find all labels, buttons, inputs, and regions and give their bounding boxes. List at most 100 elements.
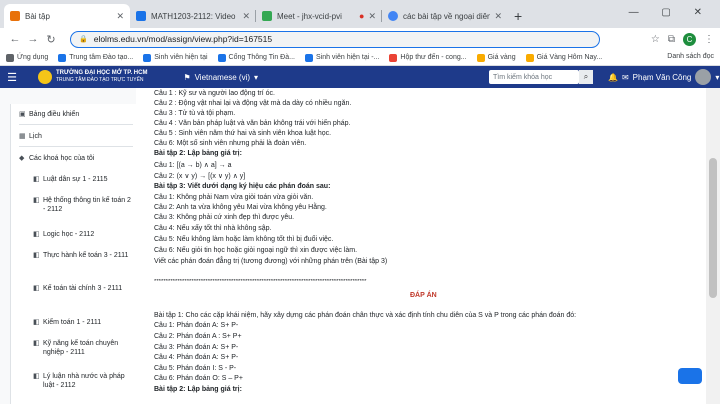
sidebar-course-item[interactable]: ◧ Logic học - 2112 [33, 230, 133, 239]
user-name: Phạm Văn Công [632, 72, 692, 82]
message-icon[interactable]: ✉ [622, 73, 629, 82]
separator-stars: ****************************************… [154, 279, 367, 285]
content-line: Câu 5: Nếu không làm hoặc làm không tốt … [154, 236, 334, 243]
answer-line: Câu 2: Phán đoán A : S+ P+ [154, 333, 242, 340]
assignment-content: Câu 1 : Kỹ sư và người lao động trí óc. … [136, 88, 706, 404]
close-tab-icon[interactable]: ✕ [368, 11, 376, 22]
exercise-heading: Bài tập 2: Lập bảng giá trị: [154, 150, 242, 157]
course-icon: ◧ [33, 252, 40, 259]
url-input[interactable]: 🔒 elolms.edu.vn/mod/assign/view.php?id=1… [70, 30, 600, 48]
calendar-icon: ▦ [19, 133, 26, 140]
answer-line: Câu 6: Phán đoán O: S – P+ [154, 375, 243, 382]
bookmark-favicon-icon [304, 53, 313, 62]
dashboard-icon: ▣ [19, 111, 26, 118]
logo-icon [38, 70, 52, 84]
tab-favicon-icon [136, 11, 146, 21]
tab-video-conference[interactable]: MATH1203-2112: Video Confere ✕ [130, 4, 256, 28]
course-icon: ◧ [33, 285, 40, 292]
reading-list[interactable]: Danh sách đọc [661, 53, 714, 60]
bookmark-item[interactable]: Trung tâm Đào tạo... [58, 53, 133, 62]
new-tab-button[interactable]: + [514, 8, 522, 24]
tab-title: các bài tập về ngoại diên của ch [403, 11, 491, 21]
content-line: Câu 2 : Động vật nhai lại và động vật mà… [154, 100, 352, 107]
star-icon[interactable]: ☆ [651, 34, 660, 45]
bookmark-favicon-icon [143, 53, 152, 62]
sidebar-course-item[interactable]: ◧ Kiểm toán 1 - 2111 [33, 318, 133, 327]
forward-icon[interactable]: → [24, 33, 42, 45]
window-controls[interactable]: — ▢ ✕ [629, 7, 712, 18]
scrollbar-thumb[interactable] [709, 158, 717, 298]
bookmark-favicon-icon [476, 53, 485, 62]
language-icon: ⚑ [183, 72, 191, 82]
answer-heading: ĐÁP ÁN [410, 292, 437, 299]
address-bar-row: ← → ↻ 🔒 elolms.edu.vn/mod/assign/view.ph… [0, 28, 720, 50]
moodle-navbar: ☰ TRƯỜNG ĐẠI HỌC MỞ TP. HCM TRUNG TÂM ĐÀ… [0, 66, 720, 88]
lock-icon[interactable]: 🔒 [79, 35, 88, 43]
sidebar-course-item[interactable]: ◧ Kỹ năng kế toán chuyên nghiệp - 2111 [33, 339, 133, 357]
reload-icon[interactable]: ↻ [42, 33, 60, 46]
bookmark-favicon-icon [58, 53, 67, 62]
profile-avatar[interactable]: C [683, 32, 696, 46]
course-search-input[interactable]: Tìm kiếm khóa học [489, 70, 579, 84]
bookmark-item[interactable]: Sinh viên hiện tại -... [304, 53, 379, 62]
exercise-intro: Bài tập 1: Cho các cặp khái niệm, hãy xâ… [154, 312, 577, 319]
course-icon: ◧ [33, 340, 40, 347]
language-selector[interactable]: ⚑ Vietnamese (vi) ▾ [183, 73, 258, 82]
sidebar-course-item[interactable]: ◧ Thực hành kế toán 3 - 2111 [33, 251, 133, 260]
bookmark-favicon-icon [217, 53, 226, 62]
exercise-heading: Bài tập 3: Viết dưới dạng ký hiệu các ph… [154, 183, 331, 190]
answer-line: Câu 5: Phán đoán I: S - P- [154, 365, 237, 372]
sidebar-course-item[interactable]: ◧ Kế toán tài chính 3 - 2111 [33, 284, 133, 293]
exercise-heading: Bài tập 2: Lập bảng giá trị: [154, 386, 242, 393]
nav-drawer: ▣ Bảng điều khiển ▦ Lịch ◆ Các khoá học của… [0, 88, 136, 404]
tab-meet[interactable]: Meet - jhx-vcid-pvi ● ✕ [256, 4, 382, 28]
site-logo[interactable]: TRƯỜNG ĐẠI HỌC MỞ TP. HCM TRUNG TÂM ĐÀO … [38, 70, 147, 84]
back-icon[interactable]: ← [6, 33, 24, 45]
page-scrollbar[interactable] [706, 88, 720, 404]
sidebar-course-item[interactable]: ◧ Luật dân sự 1 - 2115 [33, 175, 133, 184]
bookmark-item[interactable]: Sinh viên hiện tại [143, 53, 208, 62]
logo-line-1: TRƯỜNG ĐẠI HỌC MỞ TP. HCM [56, 70, 148, 76]
content-line: Câu 4: Nếu xấy tốt thì nhà không sập. [154, 225, 272, 232]
sidebar-course-item[interactable]: ◧ Lý luận nhà nước và pháp luật - 2112 [33, 372, 133, 390]
course-icon: ◧ [33, 197, 40, 204]
close-tab-icon[interactable]: ✕ [494, 11, 502, 22]
sidebar-course-item[interactable]: ◧ Hệ thống thông tin kế toán 2 - 2112 [33, 196, 133, 214]
url-text: elolms.edu.vn/mod/assign/view.php?id=167… [93, 34, 273, 44]
tab-google-search[interactable]: các bài tập về ngoại diên của ch ✕ [382, 4, 508, 28]
sidebar-item-calendar[interactable]: ▦ Lịch [19, 132, 133, 141]
bookmark-apps[interactable]: Ứng dụng [6, 53, 48, 62]
logo-line-2: TRUNG TÂM ĐÀO TẠO TRỰC TUYẾN [56, 77, 144, 83]
recording-dot-icon: ● [359, 11, 365, 21]
tab-title: Meet - jhx-vcid-pvi [277, 11, 342, 21]
hamburger-menu-icon[interactable]: ☰ [0, 71, 24, 84]
notification-icon[interactable]: 🔔 [608, 73, 618, 82]
bookmark-item[interactable]: Hộp thư đến - cong... [389, 53, 467, 62]
user-menu[interactable]: 🔔 ✉ Phạm Văn Công ▾ [608, 69, 719, 85]
content-line: Câu 5 : Sinh viên năm thứ hai và sinh vi… [154, 130, 332, 137]
courses-icon: ◆ [19, 155, 25, 162]
tab-bai-tap[interactable]: Bài tập ✕ [4, 4, 130, 28]
content-line: Câu 3 : Tử tù và tội phạm. [154, 110, 236, 117]
menu-icon[interactable]: ⋮ [704, 34, 714, 45]
tab-favicon-icon [388, 11, 398, 21]
tab-favicon-icon [262, 11, 272, 21]
apps-icon [6, 53, 14, 62]
bookmark-item[interactable]: Giá Vàng Hôm Nay... [525, 53, 602, 62]
bookmark-item[interactable]: Giá vàng [476, 53, 516, 62]
search-icon[interactable]: ⌕ [579, 70, 593, 84]
floating-action-button[interactable] [678, 368, 702, 384]
avatar[interactable] [695, 69, 712, 85]
close-tab-icon[interactable]: ✕ [116, 11, 124, 22]
nav-drawer-card: ▣ Bảng điều khiển ▦ Lịch ◆ Các khoá học của… [10, 104, 136, 404]
course-icon: ◧ [33, 319, 40, 326]
content-line: Câu 4 : Văn bản pháp luật và văn bản khô… [154, 120, 351, 127]
extensions-icon[interactable]: ⧉ [668, 34, 675, 45]
bookmark-item[interactable]: Cổng Thông Tin Đà... [217, 53, 295, 62]
tab-title: MATH1203-2112: Video Confere [151, 11, 238, 21]
answer-line: Câu 4: Phán đoán A: S+ P- [154, 354, 239, 361]
sidebar-item-dashboard[interactable]: ▣ Bảng điều khiển [19, 110, 133, 119]
answer-line: Câu 3: Phán đoán A: S+ P- [154, 344, 239, 351]
close-tab-icon[interactable]: ✕ [242, 11, 250, 22]
sidebar-item-my-courses[interactable]: ◆ Các khoá học của tôi [19, 154, 133, 163]
